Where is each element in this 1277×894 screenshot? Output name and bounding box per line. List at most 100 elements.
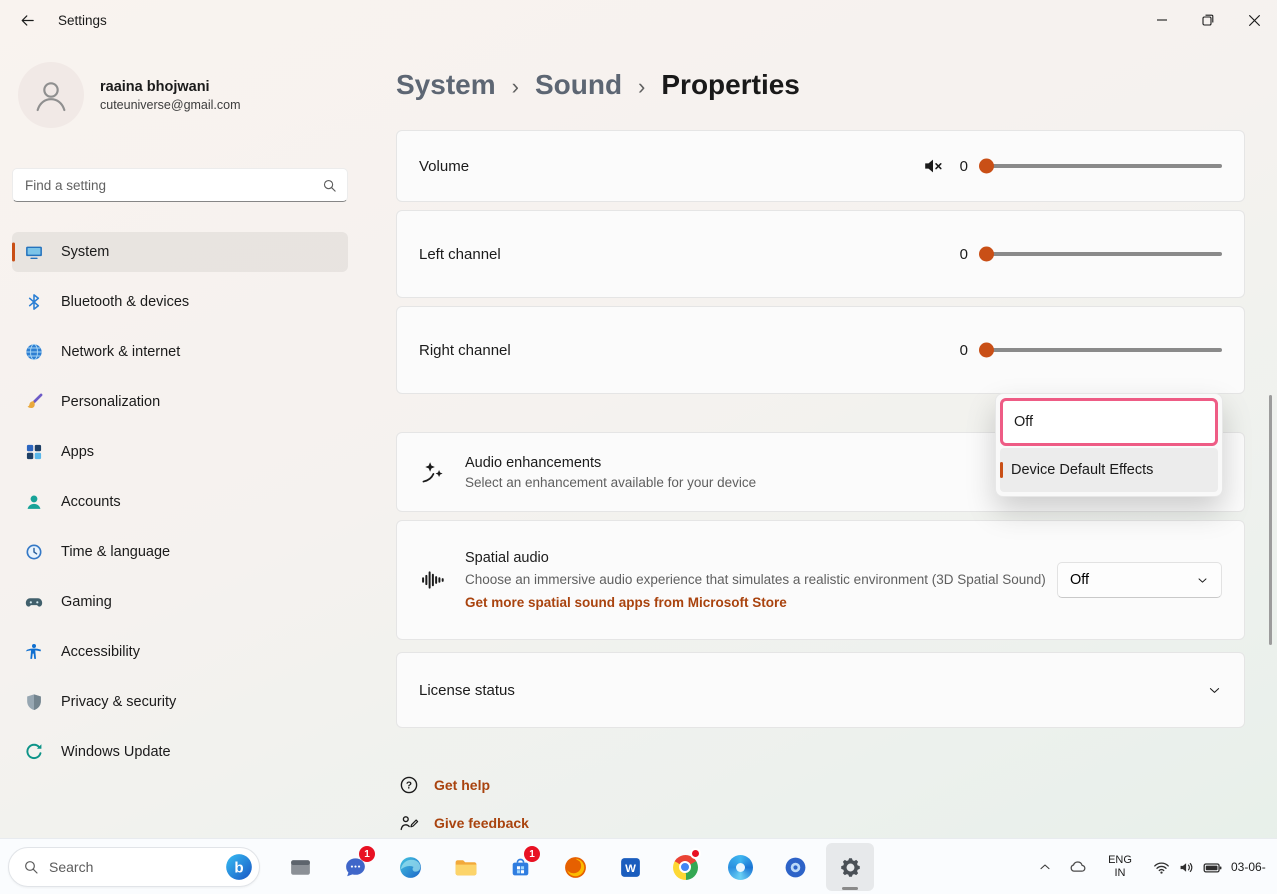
sidebar-item-network-internet[interactable]: Network & internet xyxy=(12,332,348,372)
back-button[interactable] xyxy=(10,5,44,35)
sidebar-item-windows-update[interactable]: Windows Update xyxy=(12,732,348,772)
store-icon[interactable]: 1 xyxy=(496,843,544,891)
minimize-button[interactable] xyxy=(1139,0,1185,40)
volume-card: Volume 0 xyxy=(396,130,1245,202)
wifi-icon xyxy=(1152,858,1171,877)
right-channel-slider[interactable] xyxy=(984,348,1222,352)
sidebar-item-apps[interactable]: Apps xyxy=(12,432,348,472)
accounts-icon xyxy=(24,492,44,512)
volume-value: 0 xyxy=(960,158,968,175)
photos-app-icon[interactable] xyxy=(716,843,764,891)
volume-slider[interactable] xyxy=(984,164,1222,168)
sidebar-item-system[interactable]: System xyxy=(12,232,348,272)
get-help-link[interactable]: ? Get help xyxy=(398,774,1245,796)
sidebar-item-label: Time & language xyxy=(61,544,170,560)
network-volume-battery[interactable] xyxy=(1144,857,1231,878)
language-indicator[interactable]: ENG IN xyxy=(1096,854,1144,880)
accessibility-icon xyxy=(24,642,44,662)
give-feedback-link[interactable]: Give feedback xyxy=(398,812,1245,834)
breadcrumb-separator: › xyxy=(638,71,645,100)
bluetooth-icon xyxy=(24,292,44,312)
breadcrumb-sound[interactable]: Sound xyxy=(535,69,622,101)
word-icon[interactable]: W xyxy=(606,843,654,891)
user-profile[interactable]: raaina bhojwani cuteuniverse@gmail.com xyxy=(12,56,348,134)
help-links: ? Get help Give feedback xyxy=(396,774,1245,834)
left-channel-slider[interactable] xyxy=(984,252,1222,256)
sidebar-item-label: System xyxy=(61,244,109,260)
window-controls xyxy=(1139,0,1277,40)
restore-icon xyxy=(1202,14,1214,26)
vertical-scrollbar[interactable] xyxy=(1269,395,1272,645)
sidebar-item-accessibility[interactable]: Accessibility xyxy=(12,632,348,672)
sidebar-item-time-language[interactable]: Time & language xyxy=(12,532,348,572)
sidebar-item-label: Privacy & security xyxy=(61,694,176,710)
dropdown-option-device-default-effects[interactable]: Device Default Effects xyxy=(1000,448,1218,492)
close-icon xyxy=(1248,14,1261,27)
spatial-sound-store-link[interactable]: Get more spatial sound apps from Microso… xyxy=(465,595,1046,610)
page-title: Properties xyxy=(661,69,800,101)
license-status-card[interactable]: License status xyxy=(396,652,1245,728)
system-tray: ENG IN 03-06- xyxy=(1030,839,1277,894)
slider-thumb[interactable] xyxy=(979,159,994,174)
enhancement-dropdown-menu: Off Device Default Effects xyxy=(995,393,1223,497)
dropdown-option-off[interactable]: Off xyxy=(1000,398,1218,446)
time-language-icon xyxy=(24,542,44,562)
edge-icon[interactable] xyxy=(386,843,434,891)
search-placeholder: Find a setting xyxy=(25,178,322,193)
chat-icon[interactable]: 1 xyxy=(331,843,379,891)
slider-thumb[interactable] xyxy=(979,247,994,262)
personalization-icon xyxy=(24,392,44,412)
gear-app-icon[interactable] xyxy=(771,843,819,891)
firefox-icon[interactable] xyxy=(551,843,599,891)
chrome-icon[interactable] xyxy=(661,843,709,891)
taskbar-search[interactable]: Search b xyxy=(8,847,260,887)
clock-date[interactable]: 03-06- xyxy=(1231,860,1277,874)
sidebar-item-label: Gaming xyxy=(61,594,112,610)
sidebar-item-accounts[interactable]: Accounts xyxy=(12,482,348,522)
apps-icon xyxy=(24,442,44,462)
sidebar-item-label: Accessibility xyxy=(61,644,140,660)
maximize-button[interactable] xyxy=(1185,0,1231,40)
slider-thumb[interactable] xyxy=(979,343,994,358)
feedback-icon xyxy=(398,812,420,834)
window-app-icon[interactable] xyxy=(276,843,324,891)
right-channel-value: 0 xyxy=(960,342,968,359)
sidebar-item-privacy-security[interactable]: Privacy & security xyxy=(12,682,348,722)
breadcrumb: System › Sound › Properties xyxy=(396,62,1245,108)
spatial-audio-title: Spatial audio xyxy=(465,550,1046,566)
sidebar-item-personalization[interactable]: Personalization xyxy=(12,382,348,422)
windows-update-icon xyxy=(24,742,44,762)
mute-button[interactable] xyxy=(922,155,944,177)
person-icon xyxy=(31,75,71,115)
spatial-audio-description: Choose an immersive audio experience tha… xyxy=(465,570,1046,590)
svg-text:?: ? xyxy=(406,781,412,792)
audio-enhancements-subtitle: Select an enhancement available for your… xyxy=(465,475,756,490)
store-badge: 1 xyxy=(524,846,540,862)
spatial-audio-dropdown[interactable]: Off xyxy=(1057,562,1222,598)
window-title: Settings xyxy=(58,13,107,28)
breadcrumb-separator: › xyxy=(512,71,519,100)
sidebar-item-label: Personalization xyxy=(61,394,160,410)
gaming-icon xyxy=(24,592,44,612)
close-button[interactable] xyxy=(1231,0,1277,40)
find-setting-search[interactable]: Find a setting xyxy=(12,168,348,202)
selected-indicator xyxy=(12,243,15,262)
sidebar-item-gaming[interactable]: Gaming xyxy=(12,582,348,622)
license-status-label: License status xyxy=(419,682,515,699)
sidebar-item-label: Network & internet xyxy=(61,344,180,360)
onedrive-icon[interactable] xyxy=(1060,847,1096,887)
chevron-down-icon[interactable] xyxy=(1207,683,1222,698)
network-icon xyxy=(24,342,44,362)
settings-window: Settings raa xyxy=(0,0,1277,894)
taskbar-apps: 1 1 W xyxy=(276,843,874,891)
file-explorer-icon[interactable] xyxy=(441,843,489,891)
settings-icon[interactable] xyxy=(826,843,874,891)
chevron-up-icon xyxy=(1037,859,1053,875)
sidebar-nav: System Bluetooth & devices Network & int… xyxy=(12,232,348,772)
chevron-down-icon xyxy=(1196,574,1209,587)
hidden-icons-chevron[interactable] xyxy=(1030,847,1060,887)
audio-enhancements-title: Audio enhancements xyxy=(465,455,756,471)
breadcrumb-system[interactable]: System xyxy=(396,69,496,101)
search-icon xyxy=(322,178,337,193)
sidebar-item-bluetooth-devices[interactable]: Bluetooth & devices xyxy=(12,282,348,322)
